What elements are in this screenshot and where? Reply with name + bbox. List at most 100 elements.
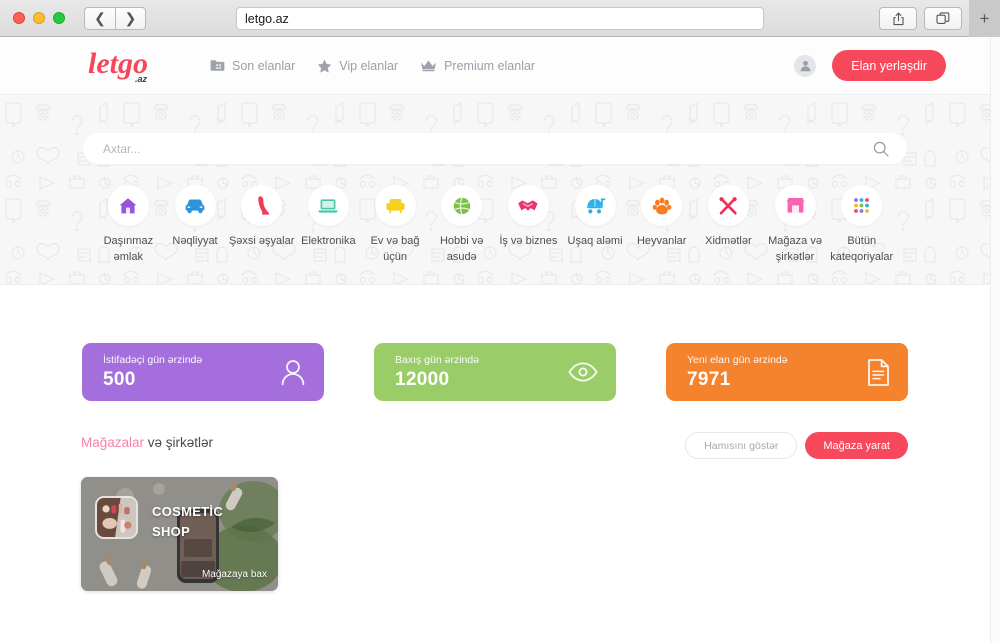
search-input[interactable] [103,141,873,156]
post-ad-button[interactable]: Elan yerləşdir [832,50,946,81]
star-icon [317,59,332,73]
browser-toolbar-right: + [879,0,1000,37]
back-button[interactable]: ❮ [84,6,115,30]
show-tabs-icon [936,12,950,24]
category-icon-wrap [307,185,349,226]
stat-text: İstifadəçi gün ərzində 500 [103,354,202,391]
shop-name: COSMETİC SHOP [152,502,223,542]
url-text: letgo.az [245,11,289,26]
shops-section-title: Mağazalar və şirkətlər [81,435,213,450]
category-magaza-ve-sirketler[interactable]: Mağaza və şirkətlər [762,185,829,266]
show-all-tabs-button[interactable] [924,7,962,30]
nav-item-premium-elanlar[interactable]: Premium elanlar [420,59,535,73]
category-icon-wrap [574,185,616,226]
search-icon[interactable] [873,141,889,157]
shops-show-all-button[interactable]: Hamısını göstər [685,432,798,459]
new-listing-icon [210,59,225,72]
address-bar[interactable]: letgo.az [236,7,764,30]
category-xidmetler[interactable]: Xidmətlər [695,185,762,266]
shop-name-line2: SHOP [152,524,191,540]
category-shortcuts: Daşınmaz əmlak Nəqliyyat Şəxsi əşyalar E… [95,185,895,266]
site-logo[interactable]: letgo .az [88,46,164,86]
category-label: İş və biznes [499,235,558,247]
shop-card-cosmetic-shop[interactable]: COSMETİC SHOP Mağazaya bax [81,477,278,591]
share-button[interactable] [879,7,917,30]
category-icon-wrap [441,185,483,226]
stat-label: Yeni elan gün ərzində [687,353,788,366]
category-label: Ev və bağ üçün [370,235,420,263]
category-butun-kateqoriyalar[interactable]: Bütün kateqoriyalar [828,185,895,266]
minimize-window-button[interactable] [33,12,45,24]
maximize-window-button[interactable] [53,12,65,24]
grid-dots-icon [854,198,870,213]
category-sexsi-esyalar[interactable]: Şəxsi əşyalar [228,185,295,266]
category-dasinmaz-emlak[interactable]: Daşınmaz əmlak [95,185,162,266]
shops-section-actions: Hamısını göstər Mağaza yarat [685,432,908,459]
category-hobbi-ve-asude[interactable]: Hobbi və asudə [428,185,495,266]
hero-section: Daşınmaz əmlak Nəqliyyat [0,95,990,285]
category-heyvanlar[interactable]: Heyvanlar [628,185,695,266]
stat-value: 500 [103,368,136,390]
category-label: Uşaq aləmi [567,235,623,247]
navigation-arrows: ❮ ❯ [84,6,146,30]
category-icon-wrap [241,185,283,226]
stat-card-views: Baxış gün ərzində 12000 [374,343,616,401]
category-label: Mağaza və şirkətlər [768,235,822,263]
nav-item-son-elanlar[interactable]: Son elanlar [210,59,295,73]
category-icon-wrap [174,185,216,226]
category-ev-ve-bag[interactable]: Ev və bağ üçün [362,185,429,266]
visit-shop-label: Mağazaya bax [201,569,267,580]
nav-item-vip-elanlar[interactable]: Vip elanlar [317,59,398,73]
store-icon [786,198,804,213]
category-elektronika[interactable]: Elektronika [295,185,362,266]
category-is-ve-biznes[interactable]: İş və biznes [495,185,562,266]
category-label: Daşınmaz əmlak [103,235,154,263]
forward-button[interactable]: ❯ [115,6,146,30]
handshake-icon [518,199,538,211]
user-account-button[interactable] [794,54,817,77]
svg-text:.az: .az [135,74,148,84]
category-usaq-alemi[interactable]: Uşaq aləmi [562,185,629,266]
category-label: Hobbi və asudə [439,235,484,263]
user-outline-icon [280,358,306,386]
new-tab-button[interactable]: + [969,0,1000,37]
nav-item-label: Son elanlar [232,58,296,73]
stat-text: Baxış gün ərzində 12000 [395,354,479,391]
laptop-icon [318,198,339,213]
eye-outline-icon [568,362,598,382]
stat-value: 12000 [395,368,450,390]
stat-label: İstifadəçi gün ərzində [103,353,203,366]
category-label: Bütün kateqoriyalar [830,235,894,263]
shop-logo-image [97,498,136,537]
category-label: Nəqliyyat [172,235,218,247]
category-icon-wrap [774,185,816,226]
stat-value: 7971 [687,368,731,390]
visit-shop-link[interactable]: Mağazaya bax [202,569,267,580]
page-viewport: letgo .az Son elanlar Vip elanlar Premiu… [0,37,1000,643]
shoe-icon [257,196,270,215]
stat-card-users: İstifadəçi gün ərzində 500 [82,343,324,401]
category-icon-wrap [507,185,549,226]
category-label: Xidmətlər [705,235,752,247]
stats-row: İstifadəçi gün ərzində 500 Baxış gün ərz… [0,343,990,401]
category-icon-wrap [107,185,149,226]
nav-item-label: Premium elanlar [444,58,536,73]
close-window-button[interactable] [13,12,25,24]
search-bar[interactable] [83,133,907,164]
tools-icon [719,196,738,214]
create-shop-button[interactable]: Mağaza yarat [805,432,908,459]
car-icon [185,198,205,213]
stat-label: Baxış gün ərzində [395,353,480,366]
plus-icon: + [979,8,990,28]
shops-show-all-label: Hamısını göstər [704,439,779,452]
category-icon-wrap [841,185,883,226]
post-ad-label: Elan yerləşdir [851,58,927,73]
browser-chrome: ❮ ❯ letgo.az + [0,0,1000,37]
page-scrollbar[interactable] [990,37,1000,643]
category-label: Elektronika [301,235,356,247]
document-outline-icon [867,358,890,387]
stat-text: Yeni elan gün ərzində 7971 [687,354,788,391]
ball-icon [453,197,470,214]
armchair-icon [385,199,405,214]
category-neqliyyat[interactable]: Nəqliyyat [162,185,229,266]
